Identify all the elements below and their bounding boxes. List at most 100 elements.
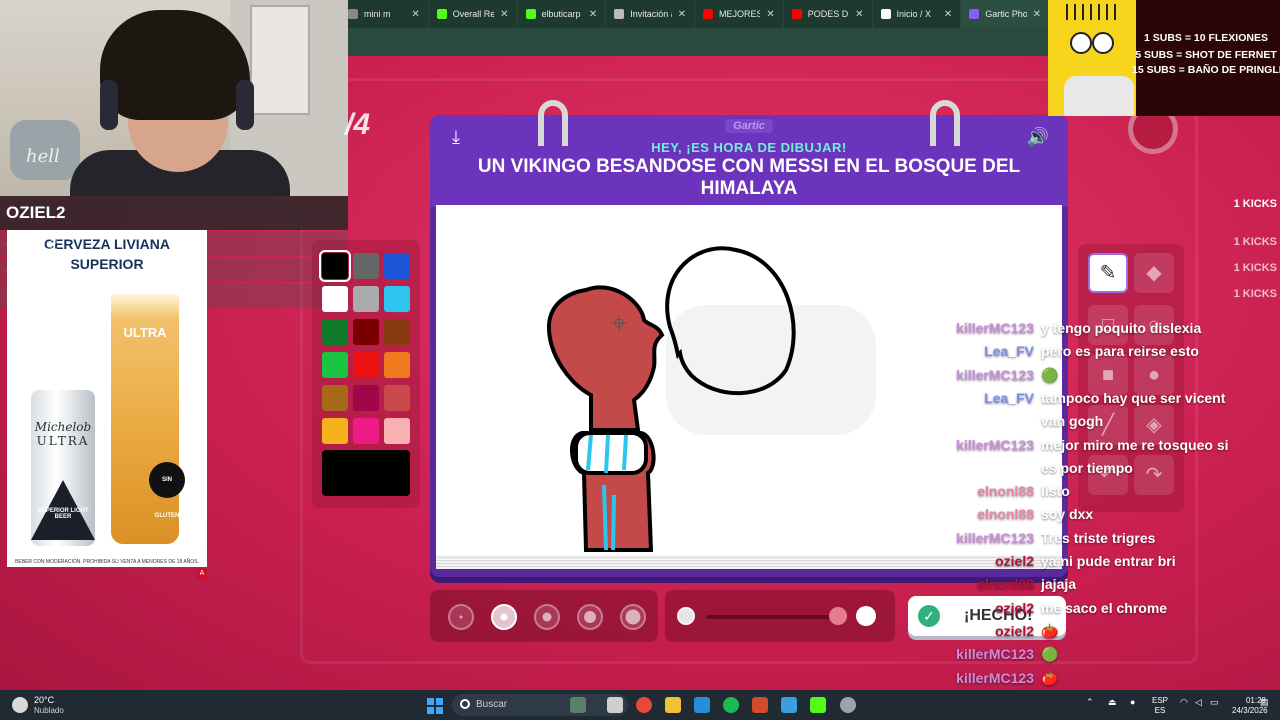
tab-close-icon[interactable]: ✕ bbox=[855, 9, 863, 20]
color-swatch[interactable] bbox=[322, 319, 348, 345]
color-swatch[interactable] bbox=[353, 319, 379, 345]
chat-username[interactable]: killerMC123 bbox=[894, 320, 1034, 336]
color-swatch[interactable] bbox=[384, 418, 410, 444]
chat-username[interactable]: Lea_FV bbox=[894, 390, 1034, 406]
chat-message: soy dxx bbox=[1041, 506, 1094, 523]
browser-tab[interactable]: Gartic Phone ✕ bbox=[961, 0, 1050, 28]
chat-username[interactable]: elnonl88 bbox=[894, 576, 1034, 592]
brush-size-5[interactable] bbox=[620, 604, 646, 630]
weather-icon[interactable] bbox=[12, 697, 28, 713]
headphone-right bbox=[236, 80, 254, 130]
tab-close-icon[interactable]: ✕ bbox=[500, 9, 508, 20]
chat-username[interactable]: killerMC123 bbox=[894, 437, 1034, 453]
current-color bbox=[322, 450, 410, 496]
settings-icon[interactable] bbox=[840, 697, 856, 713]
brave-icon[interactable] bbox=[752, 697, 768, 713]
tab-close-icon[interactable]: ✕ bbox=[944, 9, 952, 20]
opacity-slider-handle[interactable] bbox=[829, 607, 847, 625]
chat-username[interactable]: killerMC123 bbox=[894, 367, 1034, 383]
weather-desc[interactable]: Nublado bbox=[34, 706, 64, 715]
lang-line1: ESP bbox=[1152, 696, 1169, 705]
color-swatch[interactable] bbox=[322, 418, 348, 444]
task-view-icon[interactable] bbox=[607, 697, 623, 713]
tab-favicon-icon bbox=[880, 9, 891, 19]
kick-ghost-count: 1 KICKS bbox=[1233, 288, 1277, 300]
battery-icon[interactable]: ▭ bbox=[1210, 697, 1219, 708]
webcam-door bbox=[250, 5, 310, 115]
chat-username[interactable]: oziel2 bbox=[894, 600, 1034, 616]
color-swatch[interactable] bbox=[384, 319, 410, 345]
chat-message: y tengo poquito dislexia bbox=[1041, 320, 1202, 336]
wifi-icon[interactable]: ◠ bbox=[1180, 697, 1188, 708]
drawing-prompt: UN VIKINGO BESANDOSE CON MESSI EN EL BOS… bbox=[477, 156, 1021, 199]
tab-label: Inicio / X bbox=[896, 9, 932, 19]
redo-icon[interactable]: ↷ bbox=[1134, 455, 1174, 495]
chat-username[interactable]: killerMC123 bbox=[894, 530, 1034, 546]
eraser-tool-icon[interactable]: ◆ bbox=[1134, 253, 1174, 293]
tab-close-icon[interactable]: ✕ bbox=[589, 9, 597, 20]
browser-toolbar bbox=[340, 28, 1050, 56]
mic-icon[interactable]: ● bbox=[1130, 697, 1135, 707]
chat-username[interactable]: elnonl88 bbox=[894, 506, 1034, 522]
brush-size-4[interactable] bbox=[577, 604, 603, 630]
tray-chevron-icon[interactable]: ⌃ bbox=[1086, 697, 1094, 708]
brush-size-1[interactable] bbox=[448, 604, 474, 630]
sub-goal-3: 15 SUBS = BAÑO DE PRINGLES bbox=[1132, 64, 1280, 76]
taskbar-app-icon[interactable] bbox=[570, 697, 586, 713]
spotify-icon[interactable] bbox=[723, 697, 739, 713]
chrome-icon[interactable] bbox=[636, 697, 652, 713]
browser-tab[interactable]: Invitación a ✕ bbox=[606, 0, 695, 28]
opacity-slider-track[interactable] bbox=[706, 615, 834, 619]
color-swatch[interactable] bbox=[322, 352, 348, 378]
notepad-icon[interactable] bbox=[781, 697, 797, 713]
chat-username[interactable]: oziel2 bbox=[894, 553, 1034, 569]
brush-size-2[interactable] bbox=[491, 604, 517, 630]
pencil-tool-icon[interactable]: ✎ bbox=[1088, 253, 1128, 293]
usb-icon[interactable]: ⏏ bbox=[1108, 697, 1117, 708]
can-brand-name: Michelob bbox=[34, 420, 92, 434]
tab-close-icon[interactable]: ✕ bbox=[411, 9, 419, 20]
color-swatch[interactable] bbox=[384, 352, 410, 378]
language-indicator[interactable]: ESP ES bbox=[1152, 696, 1168, 716]
color-swatch[interactable] bbox=[322, 286, 348, 312]
color-swatch[interactable] bbox=[384, 286, 410, 312]
browser-tab[interactable]: Overall Reve ✕ bbox=[429, 0, 518, 28]
notifications-icon[interactable]: ▤ bbox=[1260, 697, 1269, 708]
color-swatch[interactable] bbox=[353, 418, 379, 444]
chat-message: 🍅 bbox=[1041, 622, 1059, 639]
color-swatch[interactable] bbox=[353, 385, 379, 411]
tab-close-icon[interactable]: ✕ bbox=[1033, 9, 1041, 20]
chat-username[interactable]: killerMC123 bbox=[894, 646, 1034, 662]
brush-size-3[interactable] bbox=[534, 604, 560, 630]
browser-tab[interactable]: PODES DEC ✕ bbox=[784, 0, 873, 28]
chat-username[interactable]: Lea_FV bbox=[894, 343, 1034, 359]
windows-start-icon[interactable] bbox=[427, 698, 443, 714]
browser-tab[interactable]: elbuticarp St ✕ bbox=[518, 0, 607, 28]
chat-username[interactable]: elnonl88 bbox=[894, 483, 1034, 499]
tab-close-icon[interactable]: ✕ bbox=[678, 9, 686, 20]
headphone-left bbox=[100, 80, 118, 130]
tab-favicon-icon bbox=[969, 9, 980, 19]
kick-icon[interactable] bbox=[810, 697, 826, 713]
tab-label: Invitación a bbox=[630, 9, 672, 19]
browser-tab[interactable]: MEJORES M ✕ bbox=[695, 0, 784, 28]
pillow-text: hell bbox=[26, 146, 60, 167]
browser-tab[interactable]: mini m ✕ bbox=[340, 0, 429, 28]
color-swatch[interactable] bbox=[353, 286, 379, 312]
color-swatch[interactable] bbox=[384, 385, 410, 411]
edge-icon[interactable] bbox=[694, 697, 710, 713]
can-brand: Michelob ULTRA bbox=[31, 420, 95, 448]
color-swatch[interactable] bbox=[353, 352, 379, 378]
color-swatch[interactable] bbox=[319, 250, 351, 282]
color-swatch[interactable] bbox=[353, 253, 379, 279]
volume-tray-icon[interactable]: ◁ bbox=[1195, 697, 1202, 708]
chat-username[interactable]: killerMC123 bbox=[894, 670, 1034, 686]
color-swatch[interactable] bbox=[322, 385, 348, 411]
sub-goal-1: 1 SUBS = 10 FLEXIONES bbox=[1143, 32, 1268, 44]
chat-username[interactable]: oziel2 bbox=[894, 623, 1034, 639]
weather-temp[interactable]: 20°C bbox=[34, 695, 54, 705]
tab-close-icon[interactable]: ✕ bbox=[766, 9, 774, 20]
browser-tab[interactable]: Inicio / X ✕ bbox=[873, 0, 962, 28]
file-explorer-icon[interactable] bbox=[665, 697, 681, 713]
color-swatch[interactable] bbox=[384, 253, 410, 279]
